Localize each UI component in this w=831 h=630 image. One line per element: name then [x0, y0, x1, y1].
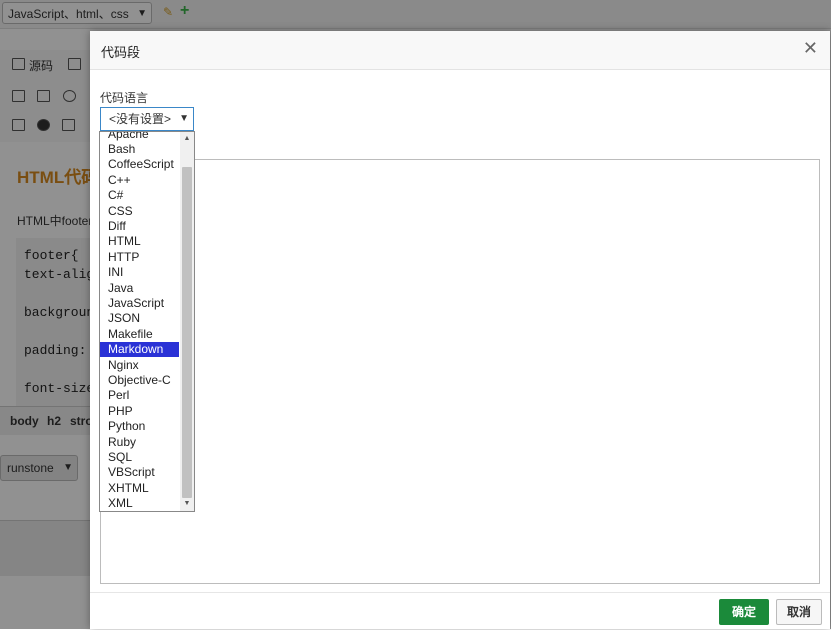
close-icon[interactable]: ✕: [803, 38, 818, 59]
cancel-button[interactable]: 取消: [776, 599, 822, 625]
language-option[interactable]: HTML: [100, 234, 179, 249]
language-option[interactable]: SQL: [100, 450, 179, 465]
language-option[interactable]: Diff: [100, 219, 179, 234]
language-dropdown-list[interactable]: Apache Bash CoffeeScript C++ C# CSS Diff…: [99, 131, 195, 512]
language-option[interactable]: PHP: [100, 404, 179, 419]
language-option[interactable]: Apache: [100, 132, 179, 142]
language-option[interactable]: Perl: [100, 388, 179, 403]
ok-button[interactable]: 确定: [719, 599, 769, 625]
code-textarea[interactable]: [100, 159, 820, 584]
dialog-footer: 确定 取消: [90, 592, 830, 630]
language-option[interactable]: VBScript: [100, 465, 179, 480]
scrollbar-thumb[interactable]: [182, 167, 192, 498]
chevron-down-icon: ▼: [179, 113, 189, 124]
language-option[interactable]: Makefile: [100, 327, 179, 342]
language-option-selected[interactable]: Markdown: [100, 342, 179, 357]
scroll-up-icon[interactable]: ▲: [182, 134, 192, 144]
language-option[interactable]: Bash: [100, 142, 179, 157]
language-option[interactable]: CSS: [100, 204, 179, 219]
language-option[interactable]: Ruby: [100, 435, 179, 450]
language-option[interactable]: JSON: [100, 311, 179, 326]
language-option[interactable]: C++: [100, 173, 179, 188]
language-option[interactable]: JavaScript: [100, 296, 179, 311]
language-option[interactable]: Nginx: [100, 358, 179, 373]
language-option[interactable]: XHTML: [100, 481, 179, 496]
language-option[interactable]: Python: [100, 419, 179, 434]
language-option[interactable]: XML: [100, 496, 179, 511]
language-option[interactable]: CoffeeScript: [100, 157, 179, 172]
dialog-header: 代码段 ✕: [90, 31, 830, 70]
language-select[interactable]: <没有设置> ▼: [100, 107, 194, 131]
code-snippet-dialog: 代码段 ✕ 代码语言 <没有设置> ▼ 确定 取消: [90, 31, 830, 629]
language-option[interactable]: Objective-C: [100, 373, 179, 388]
language-select-value: <没有设置>: [109, 112, 172, 126]
language-label: 代码语言: [100, 91, 149, 105]
dropdown-scrollbar[interactable]: ▲ ▼: [180, 132, 194, 511]
language-option[interactable]: HTTP: [100, 250, 179, 265]
language-option[interactable]: Java: [100, 281, 179, 296]
scroll-down-icon[interactable]: ▼: [182, 499, 192, 509]
language-option[interactable]: INI: [100, 265, 179, 280]
language-option[interactable]: C#: [100, 188, 179, 203]
dialog-title: 代码段: [101, 45, 141, 60]
